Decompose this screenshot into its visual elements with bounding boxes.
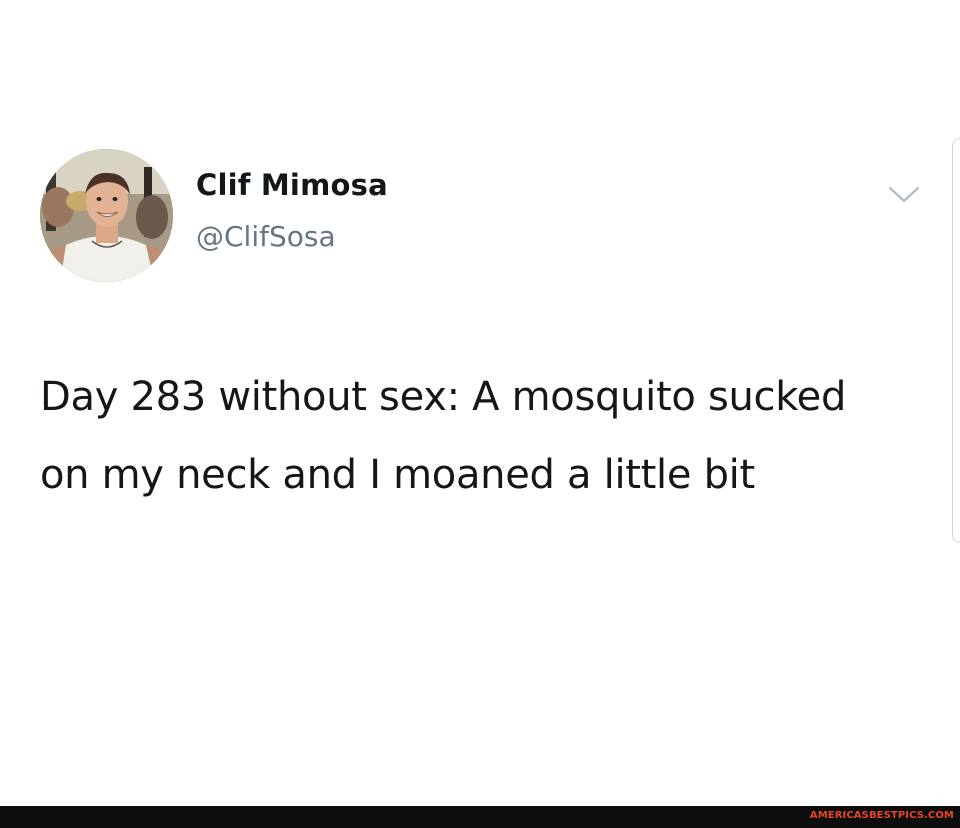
chevron-down-icon (888, 186, 920, 203)
profile-photo-icon (40, 149, 173, 282)
footer-bar: AMERICASBESTPICS.COM (0, 806, 960, 828)
user-handle[interactable]: @ClifSosa (196, 220, 336, 253)
scrollbar-edge[interactable] (952, 138, 960, 543)
tweet-screenshot: Clif Mimosa @ClifSosa Day 283 without se… (0, 0, 960, 828)
avatar[interactable] (40, 149, 173, 282)
watermark-text: AMERICASBESTPICS.COM (809, 810, 954, 821)
display-name[interactable]: Clif Mimosa (196, 168, 388, 202)
tweet-menu-button[interactable] (886, 182, 922, 206)
tweet-text: Day 283 without sex: A mosquito sucked o… (40, 374, 847, 498)
